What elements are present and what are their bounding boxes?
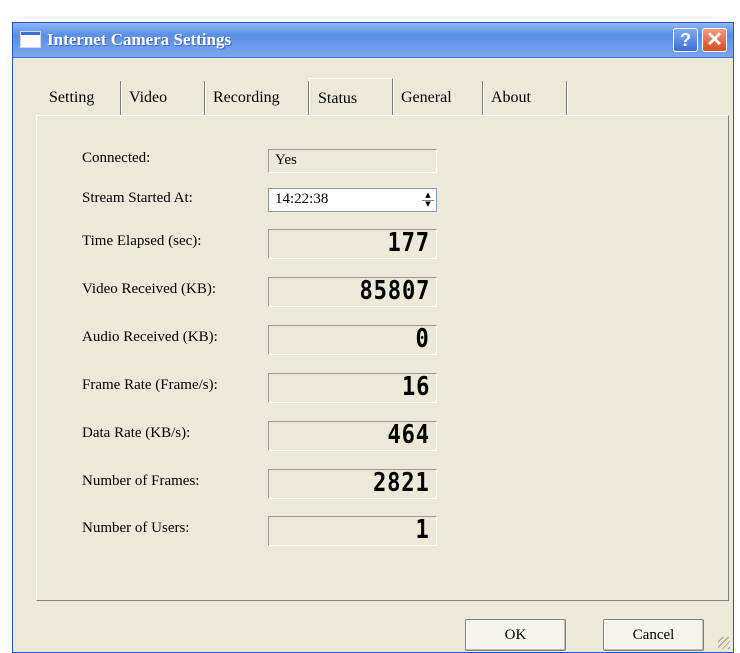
num-frames-label: Number of Frames: [82, 473, 200, 489]
status-panel: Connected: Yes Stream Started At: 14:22:… [36, 115, 729, 601]
tab-general[interactable]: General [393, 81, 483, 115]
close-button[interactable]: ✕ [702, 28, 727, 52]
resize-grip-icon[interactable] [718, 637, 730, 649]
dialog-window: Internet Camera Settings ? ✕ Setting Vid… [12, 22, 734, 653]
num-users-label: Number of Users: [82, 520, 190, 536]
num-frames-field: 2821 [268, 468, 437, 499]
video-received-label: Video Received (KB): [82, 281, 217, 297]
audio-received-value: 0 [415, 324, 430, 354]
window-title: Internet Camera Settings [47, 30, 232, 49]
connected-label: Connected: [82, 150, 151, 166]
title-bar[interactable]: Internet Camera Settings ? ✕ [13, 23, 733, 58]
data-rate-field: 464 [268, 420, 437, 451]
tab-status[interactable]: Status [309, 78, 393, 115]
audio-received-label: Audio Received (KB): [82, 329, 218, 345]
time-elapsed-field: 177 [268, 228, 437, 259]
frame-rate-field: 16 [268, 372, 437, 403]
tab-setting[interactable]: Setting [41, 81, 121, 115]
connected-field: Yes [268, 149, 437, 173]
data-rate-label: Data Rate (KB/s): [82, 425, 191, 441]
time-spinner[interactable]: ▲ ▼ [422, 191, 434, 209]
num-users-value: 1 [415, 515, 430, 545]
num-frames-value: 2821 [373, 468, 430, 498]
time-elapsed-label: Time Elapsed (sec): [82, 233, 202, 249]
window-icon [20, 31, 41, 48]
tab-strip: Setting Video Recording Status General A… [41, 78, 641, 116]
tab-recording[interactable]: Recording [205, 81, 309, 115]
connected-value: Yes [275, 152, 297, 168]
time-elapsed-value: 177 [387, 228, 430, 258]
video-received-value: 85807 [359, 276, 430, 306]
tab-video[interactable]: Video [121, 81, 205, 115]
stream-started-value: 14:22:38 [275, 191, 329, 207]
frame-rate-label: Frame Rate (Frame/s): [82, 377, 218, 393]
tab-about[interactable]: About [483, 81, 567, 115]
cancel-button[interactable]: Cancel [603, 619, 704, 651]
num-users-field: 1 [268, 515, 437, 546]
spinner-down-icon[interactable]: ▼ [422, 200, 434, 209]
audio-received-field: 0 [268, 324, 437, 355]
video-received-field: 85807 [268, 276, 437, 307]
help-button[interactable]: ? [673, 28, 698, 52]
ok-button[interactable]: OK [465, 619, 566, 651]
data-rate-value: 464 [387, 420, 430, 450]
stream-started-field[interactable]: 14:22:38 ▲ ▼ [268, 188, 437, 212]
stream-started-label: Stream Started At: [82, 190, 193, 206]
frame-rate-value: 16 [401, 372, 430, 402]
